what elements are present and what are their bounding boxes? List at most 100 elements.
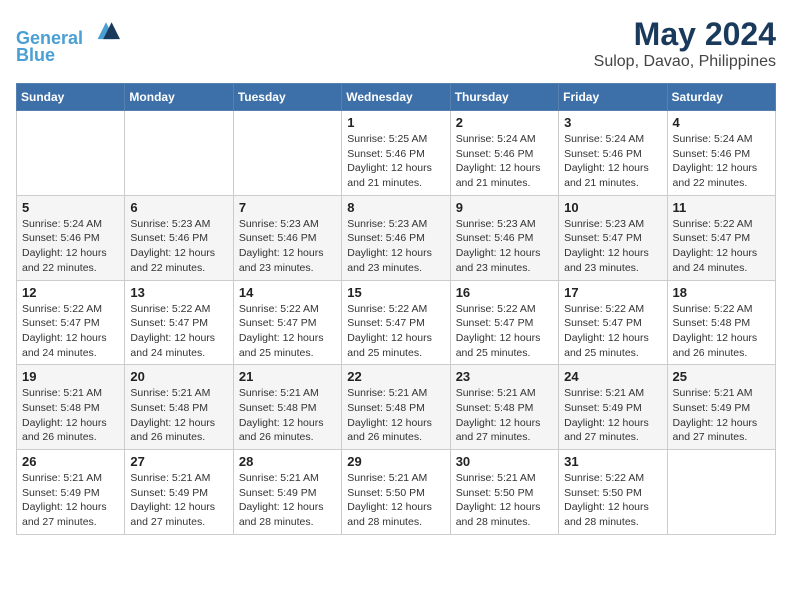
day-number: 24 [564,369,661,384]
calendar-week-row: 26Sunrise: 5:21 AM Sunset: 5:49 PM Dayli… [17,450,776,535]
calendar-cell [125,111,233,196]
calendar-week-row: 12 Sunrise: 5:22 AM Sunset: 5:47 PM Dayli… [17,280,776,365]
calendar-cell: 23Sunrise: 5:21 AM Sunset: 5:48 PM Dayli… [450,365,558,450]
day-number: 29 [347,454,444,469]
calendar-cell: 2 Sunrise: 5:24 AM Sunset: 5:46 PM Daylig… [450,111,558,196]
calendar-cell: 21 Sunrise: 5:21 AM Sunset: 5:48 PM Dayli… [233,365,341,450]
calendar-cell: 13 Sunrise: 5:22 AM Sunset: 5:47 PM Dayli… [125,280,233,365]
day-info: Sunrise: 5:22 AM Sunset: 5:47 PM Dayligh… [22,302,119,361]
calendar-body: 1 Sunrise: 5:25 AM Sunset: 5:46 PM Daylig… [17,111,776,535]
day-number: 27 [130,454,227,469]
calendar-week-row: 19 Sunrise: 5:21 AM Sunset: 5:48 PM Dayli… [17,365,776,450]
day-info: Sunrise: 5:21 AM Sunset: 5:49 PM Dayligh… [564,386,661,445]
calendar-cell: 16 Sunrise: 5:22 AM Sunset: 5:47 PM Dayli… [450,280,558,365]
day-info: Sunrise: 5:24 AM Sunset: 5:46 PM Dayligh… [673,132,770,191]
calendar-cell: 8 Sunrise: 5:23 AM Sunset: 5:46 PM Daylig… [342,195,450,280]
day-number: 21 [239,369,336,384]
day-number: 8 [347,200,444,215]
day-number: 10 [564,200,661,215]
page-header: General Blue May 2024 Sulop, Davao, Phil… [16,16,776,71]
day-info: Sunrise: 5:21 AM Sunset: 5:48 PM Dayligh… [22,386,119,445]
calendar-cell: 9Sunrise: 5:23 AM Sunset: 5:46 PM Daylig… [450,195,558,280]
day-number: 25 [673,369,770,384]
day-info: Sunrise: 5:21 AM Sunset: 5:49 PM Dayligh… [22,471,119,530]
day-number: 2 [456,115,553,130]
calendar-week-row: 5Sunrise: 5:24 AM Sunset: 5:46 PM Daylig… [17,195,776,280]
day-number: 13 [130,285,227,300]
calendar-cell: 24 Sunrise: 5:21 AM Sunset: 5:49 PM Dayli… [559,365,667,450]
day-number: 19 [22,369,119,384]
calendar-cell: 28 Sunrise: 5:21 AM Sunset: 5:49 PM Dayli… [233,450,341,535]
calendar-table: SundayMondayTuesdayWednesdayThursdayFrid… [16,83,776,535]
logo: General Blue [16,16,120,66]
day-info: Sunrise: 5:21 AM Sunset: 5:50 PM Dayligh… [347,471,444,530]
calendar-cell: 14 Sunrise: 5:22 AM Sunset: 5:47 PM Dayli… [233,280,341,365]
title-block: May 2024 Sulop, Davao, Philippines [594,16,776,71]
calendar-cell: 6 Sunrise: 5:23 AM Sunset: 5:46 PM Daylig… [125,195,233,280]
weekday-header: Sunday [17,84,125,111]
calendar-cell: 4Sunrise: 5:24 AM Sunset: 5:46 PM Daylig… [667,111,775,196]
weekday-header: Thursday [450,84,558,111]
day-info: Sunrise: 5:24 AM Sunset: 5:46 PM Dayligh… [564,132,661,191]
weekday-header: Saturday [667,84,775,111]
day-info: Sunrise: 5:21 AM Sunset: 5:48 PM Dayligh… [347,386,444,445]
calendar-cell: 1 Sunrise: 5:25 AM Sunset: 5:46 PM Daylig… [342,111,450,196]
day-info: Sunrise: 5:22 AM Sunset: 5:50 PM Dayligh… [564,471,661,530]
day-number: 18 [673,285,770,300]
day-number: 3 [564,115,661,130]
day-info: Sunrise: 5:22 AM Sunset: 5:47 PM Dayligh… [564,302,661,361]
day-number: 9 [456,200,553,215]
logo-text: General [16,16,120,49]
weekday-header: Monday [125,84,233,111]
calendar-cell: 29 Sunrise: 5:21 AM Sunset: 5:50 PM Dayli… [342,450,450,535]
day-info: Sunrise: 5:23 AM Sunset: 5:46 PM Dayligh… [239,217,336,276]
day-number: 16 [456,285,553,300]
day-number: 17 [564,285,661,300]
day-number: 14 [239,285,336,300]
day-number: 28 [239,454,336,469]
day-info: Sunrise: 5:24 AM Sunset: 5:46 PM Dayligh… [456,132,553,191]
calendar-cell [233,111,341,196]
day-info: Sunrise: 5:22 AM Sunset: 5:47 PM Dayligh… [130,302,227,361]
calendar-cell: 12 Sunrise: 5:22 AM Sunset: 5:47 PM Dayli… [17,280,125,365]
day-number: 1 [347,115,444,130]
calendar-cell: 25Sunrise: 5:21 AM Sunset: 5:49 PM Dayli… [667,365,775,450]
day-number: 6 [130,200,227,215]
calendar-cell: 5Sunrise: 5:24 AM Sunset: 5:46 PM Daylig… [17,195,125,280]
calendar-cell: 31Sunrise: 5:22 AM Sunset: 5:50 PM Dayli… [559,450,667,535]
day-info: Sunrise: 5:23 AM Sunset: 5:46 PM Dayligh… [130,217,227,276]
day-number: 5 [22,200,119,215]
day-info: Sunrise: 5:22 AM Sunset: 5:47 PM Dayligh… [673,217,770,276]
day-info: Sunrise: 5:21 AM Sunset: 5:48 PM Dayligh… [239,386,336,445]
calendar-cell: 3 Sunrise: 5:24 AM Sunset: 5:46 PM Daylig… [559,111,667,196]
weekday-header: Wednesday [342,84,450,111]
day-info: Sunrise: 5:21 AM Sunset: 5:48 PM Dayligh… [456,386,553,445]
day-info: Sunrise: 5:22 AM Sunset: 5:48 PM Dayligh… [673,302,770,361]
logo-icon [92,16,120,44]
calendar-cell: 11 Sunrise: 5:22 AM Sunset: 5:47 PM Dayli… [667,195,775,280]
calendar-cell: 10 Sunrise: 5:23 AM Sunset: 5:47 PM Dayli… [559,195,667,280]
calendar-cell: 17 Sunrise: 5:22 AM Sunset: 5:47 PM Dayli… [559,280,667,365]
calendar-cell: 7 Sunrise: 5:23 AM Sunset: 5:46 PM Daylig… [233,195,341,280]
day-info: Sunrise: 5:25 AM Sunset: 5:46 PM Dayligh… [347,132,444,191]
day-info: Sunrise: 5:22 AM Sunset: 5:47 PM Dayligh… [239,302,336,361]
day-info: Sunrise: 5:21 AM Sunset: 5:49 PM Dayligh… [239,471,336,530]
weekday-header: Tuesday [233,84,341,111]
day-info: Sunrise: 5:22 AM Sunset: 5:47 PM Dayligh… [456,302,553,361]
day-number: 30 [456,454,553,469]
day-info: Sunrise: 5:23 AM Sunset: 5:46 PM Dayligh… [347,217,444,276]
main-title: May 2024 [594,16,776,53]
day-info: Sunrise: 5:21 AM Sunset: 5:49 PM Dayligh… [130,471,227,530]
day-info: Sunrise: 5:23 AM Sunset: 5:47 PM Dayligh… [564,217,661,276]
calendar-week-row: 1 Sunrise: 5:25 AM Sunset: 5:46 PM Daylig… [17,111,776,196]
day-number: 7 [239,200,336,215]
day-number: 22 [347,369,444,384]
calendar-header-row: SundayMondayTuesdayWednesdayThursdayFrid… [17,84,776,111]
calendar-cell: 27 Sunrise: 5:21 AM Sunset: 5:49 PM Dayli… [125,450,233,535]
day-number: 15 [347,285,444,300]
calendar-cell: 20Sunrise: 5:21 AM Sunset: 5:48 PM Dayli… [125,365,233,450]
day-info: Sunrise: 5:21 AM Sunset: 5:48 PM Dayligh… [130,386,227,445]
day-number: 12 [22,285,119,300]
weekday-header: Friday [559,84,667,111]
day-number: 11 [673,200,770,215]
